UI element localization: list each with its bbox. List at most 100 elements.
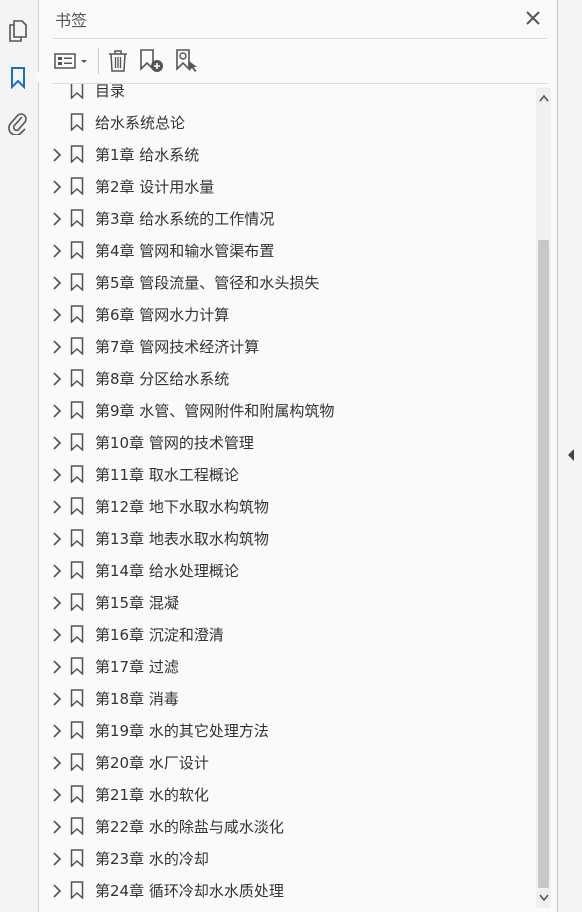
bookmark-icon [70,145,84,164]
bookmark-item[interactable]: 第8章 分区给水系统 [39,362,537,394]
bookmark-label: 第7章 管网技术经济计算 [95,338,260,356]
bookmark-item[interactable]: 第22章 水的除盐与咸水淡化 [39,810,537,842]
bookmark-item[interactable]: 第17章 过滤 [39,650,537,682]
bookmark-item[interactable]: 第12章 地下水取水构筑物 [39,490,537,522]
chevron-right-icon[interactable] [50,563,64,578]
scrollbar-thumb[interactable] [538,240,549,888]
chevron-right-icon[interactable] [50,627,64,642]
chevron-right-icon[interactable] [50,243,64,258]
chevron-right-icon[interactable] [50,307,64,322]
bookmark-item[interactable]: 第23章 水的冷却 [39,842,537,874]
bookmark-icon [70,113,84,132]
bookmark-item[interactable]: 第11章 取水工程概论 [39,458,537,490]
bookmark-item[interactable]: 第16章 沉淀和澄清 [39,618,537,650]
chevron-right-icon[interactable] [50,595,64,610]
bookmark-icon [70,721,84,740]
scroll-down-arrow-icon[interactable] [536,888,551,908]
chevron-right-icon[interactable] [50,371,64,386]
bookmark-item[interactable]: 第10章 管网的技术管理 [39,426,537,458]
close-icon[interactable] [522,7,544,29]
bookmark-item[interactable]: 第24章 循环冷却水水质处理 [39,874,537,906]
bookmark-label: 第24章 循环冷却水水质处理 [95,882,284,900]
bookmark-label: 第17章 过滤 [95,658,179,676]
delete-icon[interactable] [105,47,131,75]
chevron-right-icon[interactable] [50,403,64,418]
bookmark-item[interactable]: 第6章 管网水力计算 [39,298,537,330]
bookmark-item[interactable]: 第20章 水厂设计 [39,746,537,778]
collapse-panel-arrow-icon[interactable] [564,445,578,465]
chevron-right-icon[interactable] [50,851,64,866]
chevron-right-icon[interactable] [50,531,64,546]
bookmark-item[interactable]: 第7章 管网技术经济计算 [39,330,537,362]
bookmark-label: 第14章 给水处理概论 [95,562,239,580]
bookmark-icon [70,561,84,580]
bookmark-icon [70,625,84,644]
bookmark-item[interactable]: 第3章 给水系统的工作情况 [39,202,537,234]
bookmark-icon [70,849,84,868]
bookmark-search-icon[interactable] [173,47,201,75]
bookmark-icon [70,817,84,836]
bookmark-item[interactable]: 第1章 给水系统 [39,138,537,170]
panel-header: 书签 [39,0,556,38]
bookmarks-toolbar [39,39,556,83]
bookmark-item[interactable]: 第18章 消毒 [39,682,537,714]
bookmark-label: 第11章 取水工程概论 [95,466,239,484]
chevron-right-icon[interactable] [50,755,64,770]
bookmark-item[interactable]: 第5章 管段流量、管径和水头损失 [39,266,537,298]
bookmark-label: 第23章 水的冷却 [95,850,209,868]
bookmark-label: 第9章 水管、管网附件和附属构筑物 [95,402,335,420]
panel-title: 书签 [55,11,88,30]
scroll-up-arrow-icon[interactable] [536,88,551,108]
bookmark-label: 第12章 地下水取水构筑物 [95,498,269,516]
bookmark-item[interactable]: 第21章 水的软化 [39,778,537,810]
toolbar-divider [98,48,99,74]
bookmark-icon [70,529,84,548]
vertical-scrollbar[interactable] [536,88,551,908]
chevron-right-icon[interactable] [50,691,64,706]
bookmark-label: 第15章 混凝 [95,594,179,612]
bookmark-item[interactable]: 第15章 混凝 [39,586,537,618]
bookmark-label: 第18章 消毒 [95,690,179,708]
bookmark-icon [70,273,84,292]
chevron-right-icon[interactable] [50,147,64,162]
bookmark-label: 第20章 水厂设计 [95,754,209,772]
pages-icon[interactable] [4,17,32,45]
bookmark-icon [70,497,84,516]
bookmark-item[interactable]: 第4章 管网和输水管渠布置 [39,234,537,266]
chevron-right-icon[interactable] [50,467,64,482]
chevron-right-icon[interactable] [50,435,64,450]
options-menu-icon[interactable] [53,47,91,75]
bookmark-icon [70,689,84,708]
chevron-right-icon[interactable] [50,883,64,898]
bookmark-item[interactable]: 第14章 给水处理概论 [39,554,537,586]
attachment-icon[interactable] [4,109,32,137]
bookmark-list[interactable]: 目录给水系统总论 第1章 给水系统 第2章 设计用水量第3章 给水系统的工作情况 第4… [39,84,537,908]
bookmark-label: 第5章 管段流量、管径和水头损失 [95,274,320,292]
bookmark-icon [70,785,84,804]
chevron-right-icon[interactable] [50,787,64,802]
bookmark-label: 第3章 给水系统的工作情况 [95,210,275,228]
bookmark-icon [70,465,84,484]
chevron-right-icon[interactable] [50,339,64,354]
bookmark-label: 第13章 地表水取水构筑物 [95,530,269,548]
chevron-right-icon[interactable] [50,723,64,738]
bookmark-item[interactable]: 第9章 水管、管网附件和附属构筑物 [39,394,537,426]
chevron-right-icon[interactable] [50,819,64,834]
bookmark-item[interactable]: 目录 [39,84,537,106]
bookmark-item[interactable]: 第2章 设计用水量 [39,170,537,202]
chevron-right-icon[interactable] [50,275,64,290]
chevron-right-icon[interactable] [50,179,64,194]
bookmark-icon [70,369,84,388]
left-nav-rail [0,0,40,912]
bookmark-item[interactable]: 第13章 地表水取水构筑物 [39,522,537,554]
chevron-right-icon[interactable] [50,499,64,514]
bookmark-label: 目录 [95,84,126,100]
bookmark-item[interactable]: 给水系统总论 [39,106,537,138]
bookmark-icon[interactable] [4,64,32,92]
bookmark-item[interactable]: 第19章 水的其它处理方法 [39,714,537,746]
bookmark-label: 第22章 水的除盐与咸水淡化 [95,818,284,836]
chevron-right-icon[interactable] [50,659,64,674]
new-bookmark-icon[interactable] [138,47,166,75]
chevron-right-icon[interactable] [50,211,64,226]
bookmark-label: 第4章 管网和输水管渠布置 [95,242,275,260]
